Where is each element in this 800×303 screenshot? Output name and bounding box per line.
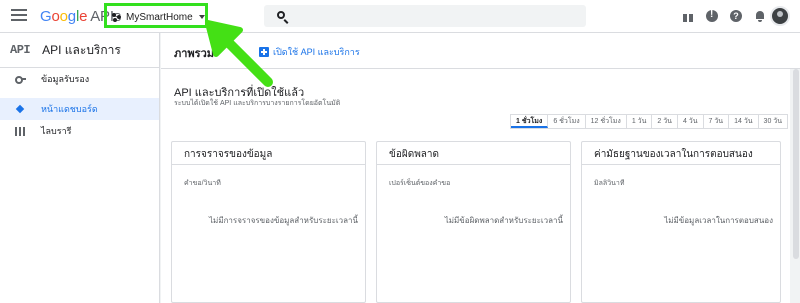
key-icon: [15, 74, 26, 84]
api-logo: API: [10, 43, 31, 57]
dropdown-caret-icon: [198, 15, 205, 19]
search-icon: [277, 11, 285, 19]
divider: [377, 164, 570, 165]
latency-card: ค่ามัธยฐานของเวลาในการตอบสนอง มิลลิวินาท…: [581, 141, 781, 303]
main-header: ภาพรวม เปิดใช้ API และบริการ: [161, 33, 800, 69]
time-range-7d[interactable]: 7 วัน: [704, 115, 730, 128]
search-input[interactable]: [294, 8, 579, 24]
logo-letter: G: [40, 8, 52, 25]
time-range-4d[interactable]: 4 วัน: [678, 115, 704, 128]
top-bar: GoogleAPIs MySmartHome ?: [0, 0, 800, 33]
logo-letter: g: [67, 8, 76, 25]
scrollbar-thumb[interactable]: [793, 69, 799, 259]
sidebar-item-dashboard[interactable]: หน้าแดชบอร์ด: [0, 98, 159, 120]
sidebar-item-label: ข้อมูลรับรอง: [41, 74, 90, 84]
page-title: ภาพรวม: [174, 48, 215, 60]
sidebar: API API และบริการ หน้าแดชบอร์ด ไลบรารี ข…: [0, 33, 160, 303]
enable-apis-button[interactable]: เปิดใช้ API และบริการ: [259, 45, 360, 59]
time-range-selector: 1 ชั่วโมง 6 ชั่วโมง 12 ชั่วโมง 1 วัน 2 ว…: [510, 114, 788, 129]
dashboard-icon: [15, 104, 25, 114]
gift-icon[interactable]: [682, 10, 694, 22]
search-bar[interactable]: [264, 5, 586, 27]
logo-letter: e: [79, 8, 88, 25]
sidebar-item-label: ไลบรารี: [41, 126, 72, 136]
time-range-1d[interactable]: 1 วัน: [627, 115, 653, 128]
sidebar-item-label: หน้าแดชบอร์ด: [41, 104, 98, 114]
hamburger-menu-icon[interactable]: [11, 9, 27, 23]
card-title: ค่ามัธยฐานของเวลาในการตอบสนอง: [594, 149, 753, 160]
sidebar-header: API API และบริการ: [0, 33, 159, 68]
card-empty-message: ไม่มีข้อผิดพลาดสำหรับระยะเวลานี้: [444, 216, 563, 225]
scrollbar[interactable]: [792, 69, 800, 303]
time-range-6h[interactable]: 6 ชั่วโมง: [548, 115, 586, 128]
card-empty-message: ไม่มีการจราจรของข้อมูลสำหรับระยะเวลานี้: [209, 216, 358, 225]
time-range-1h[interactable]: 1 ชั่วโมง: [511, 115, 549, 128]
card-empty-message: ไม่มีข้อมูลเวลาในการตอบสนอง: [664, 216, 773, 225]
enable-apis-label: เปิดใช้ API และบริการ: [273, 47, 360, 57]
logo-letter: o: [51, 8, 60, 25]
add-icon: [259, 47, 269, 57]
card-title: การจราจรของข้อมูล: [184, 149, 273, 160]
time-range-14d[interactable]: 14 วัน: [729, 115, 759, 128]
sidebar-title: API และบริการ: [42, 42, 121, 57]
traffic-card: การจราจรของข้อมูล คำขอ/วินาที ไม่มีการจร…: [171, 141, 366, 303]
library-icon: [15, 126, 25, 136]
divider: [172, 164, 365, 165]
sidebar-item-library[interactable]: ไลบรารี: [0, 120, 159, 142]
errors-card: ข้อผิดพลาด เปอร์เซ็นต์ของคำขอ ไม่มีข้อผิ…: [376, 141, 571, 303]
time-range-12h[interactable]: 12 ชั่วโมง: [586, 115, 627, 128]
card-title: ข้อผิดพลาด: [389, 149, 440, 160]
time-range-2d[interactable]: 2 วัน: [652, 115, 678, 128]
logo-letter: o: [59, 8, 68, 25]
project-name: MySmartHome: [126, 11, 193, 23]
help-icon[interactable]: ?: [730, 10, 742, 22]
sidebar-item-credentials[interactable]: ข้อมูลรับรอง: [0, 68, 159, 90]
card-unit: คำขอ/วินาที: [184, 180, 221, 187]
panel-subtitle: ระบบได้เปิดใช้ API และบริการบางรายการโดย…: [174, 100, 341, 107]
avatar[interactable]: [770, 6, 790, 26]
divider: [582, 164, 780, 165]
time-range-30d[interactable]: 30 วัน: [759, 115, 787, 128]
enabled-apis-panel: API และบริการที่เปิดใช้แล้ว ระบบได้เปิดใ…: [161, 69, 790, 303]
card-unit: มิลลิวินาที: [594, 180, 625, 187]
notifications-icon[interactable]: [754, 10, 766, 22]
feedback-icon[interactable]: [706, 9, 718, 22]
card-unit: เปอร์เซ็นต์ของคำขอ: [389, 180, 451, 187]
project-icon: [112, 12, 121, 22]
project-selector-button[interactable]: MySmartHome: [112, 9, 205, 25]
